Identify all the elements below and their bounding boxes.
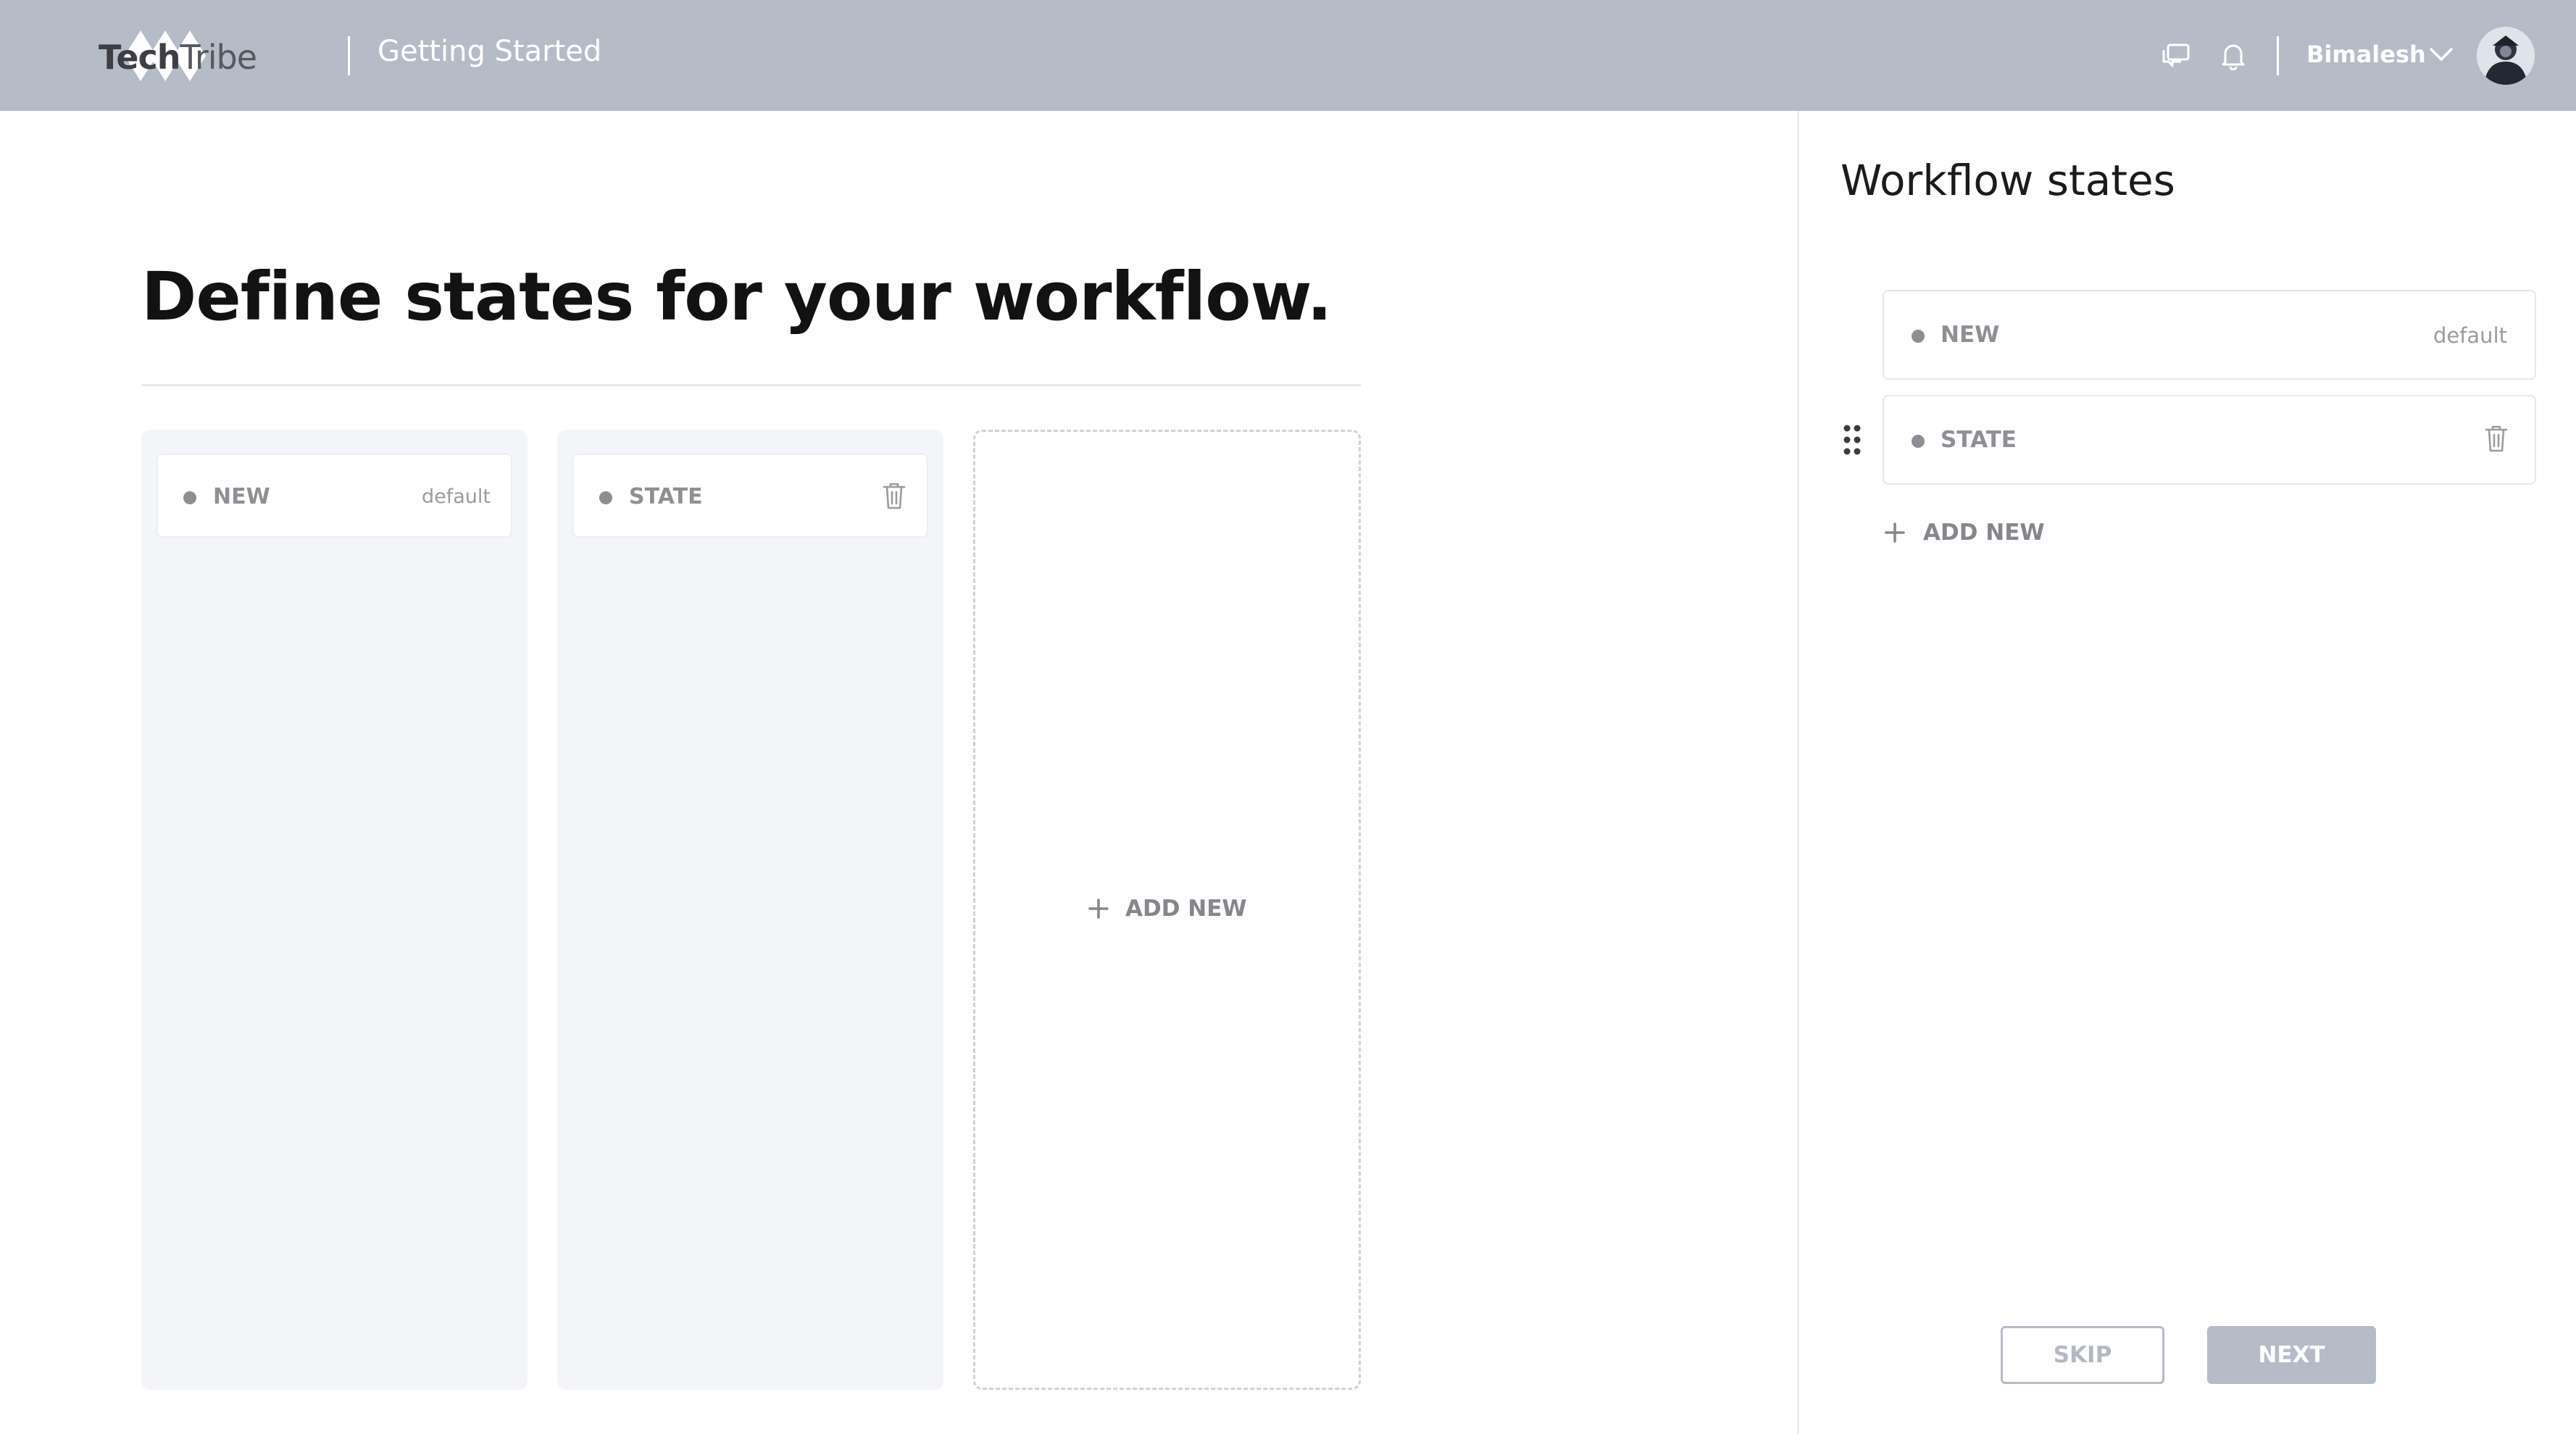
plus-icon — [1885, 522, 1905, 543]
panel-title: Workflow states — [1841, 156, 2175, 205]
chat-icon[interactable] — [2158, 36, 2194, 75]
header-divider — [348, 36, 350, 75]
add-new-label: ADD NEW — [1125, 896, 1247, 922]
state-card-state[interactable]: STATE — [572, 454, 928, 538]
plus-icon — [1088, 899, 1109, 919]
logo-text-bold: Tech — [99, 38, 180, 77]
default-badge: default — [421, 485, 491, 508]
add-new-label: ADD NEW — [1923, 520, 2045, 546]
state-dot-icon — [599, 491, 612, 504]
techtribe-logo[interactable]: TechTribe — [99, 30, 257, 81]
state-label: NEW — [1941, 322, 2000, 348]
state-dot-icon — [1912, 435, 1925, 448]
next-button[interactable]: NEXT — [2207, 1326, 2376, 1384]
state-label: STATE — [629, 484, 703, 509]
state-column-new[interactable]: NEW default — [141, 430, 528, 1390]
add-new-button[interactable]: ADD NEW — [1088, 896, 1247, 922]
page-section-title: Getting Started — [378, 35, 602, 68]
trash-icon[interactable] — [882, 481, 906, 510]
default-badge: default — [2433, 323, 2507, 348]
avatar[interactable] — [2477, 27, 2535, 85]
chevron-down-icon[interactable] — [2429, 43, 2454, 65]
bell-icon[interactable] — [2215, 36, 2251, 75]
trash-icon[interactable] — [2484, 424, 2509, 453]
workflow-state-row-new[interactable]: NEW default — [1883, 290, 2536, 380]
panel-divider — [1797, 111, 1799, 1434]
state-dot-icon — [1912, 330, 1925, 343]
panel-add-new-button[interactable]: ADD NEW — [1884, 520, 2045, 546]
heading-divider — [141, 384, 1361, 386]
drag-handle-icon[interactable] — [1843, 424, 1862, 456]
workflow-state-row-state[interactable]: STATE — [1883, 395, 2536, 485]
add-state-column[interactable]: ADD NEW — [973, 430, 1361, 1390]
state-dot-icon — [183, 491, 196, 504]
state-column-state[interactable]: STATE — [557, 430, 943, 1390]
state-label: NEW — [213, 484, 270, 509]
top-bar: TechTribe Getting Started Bimalesh — [0, 0, 2576, 111]
username[interactable]: Bimalesh — [2306, 41, 2426, 68]
logo-text-light: Tribe — [180, 38, 257, 77]
logo-text: TechTribe — [99, 38, 257, 77]
page-heading: Define states for your workflow. — [141, 258, 1333, 335]
header-divider-right — [2277, 36, 2279, 75]
skip-button[interactable]: SKIP — [2001, 1326, 2164, 1384]
state-label: STATE — [1941, 427, 2017, 453]
state-card-new[interactable]: NEW default — [157, 454, 512, 538]
